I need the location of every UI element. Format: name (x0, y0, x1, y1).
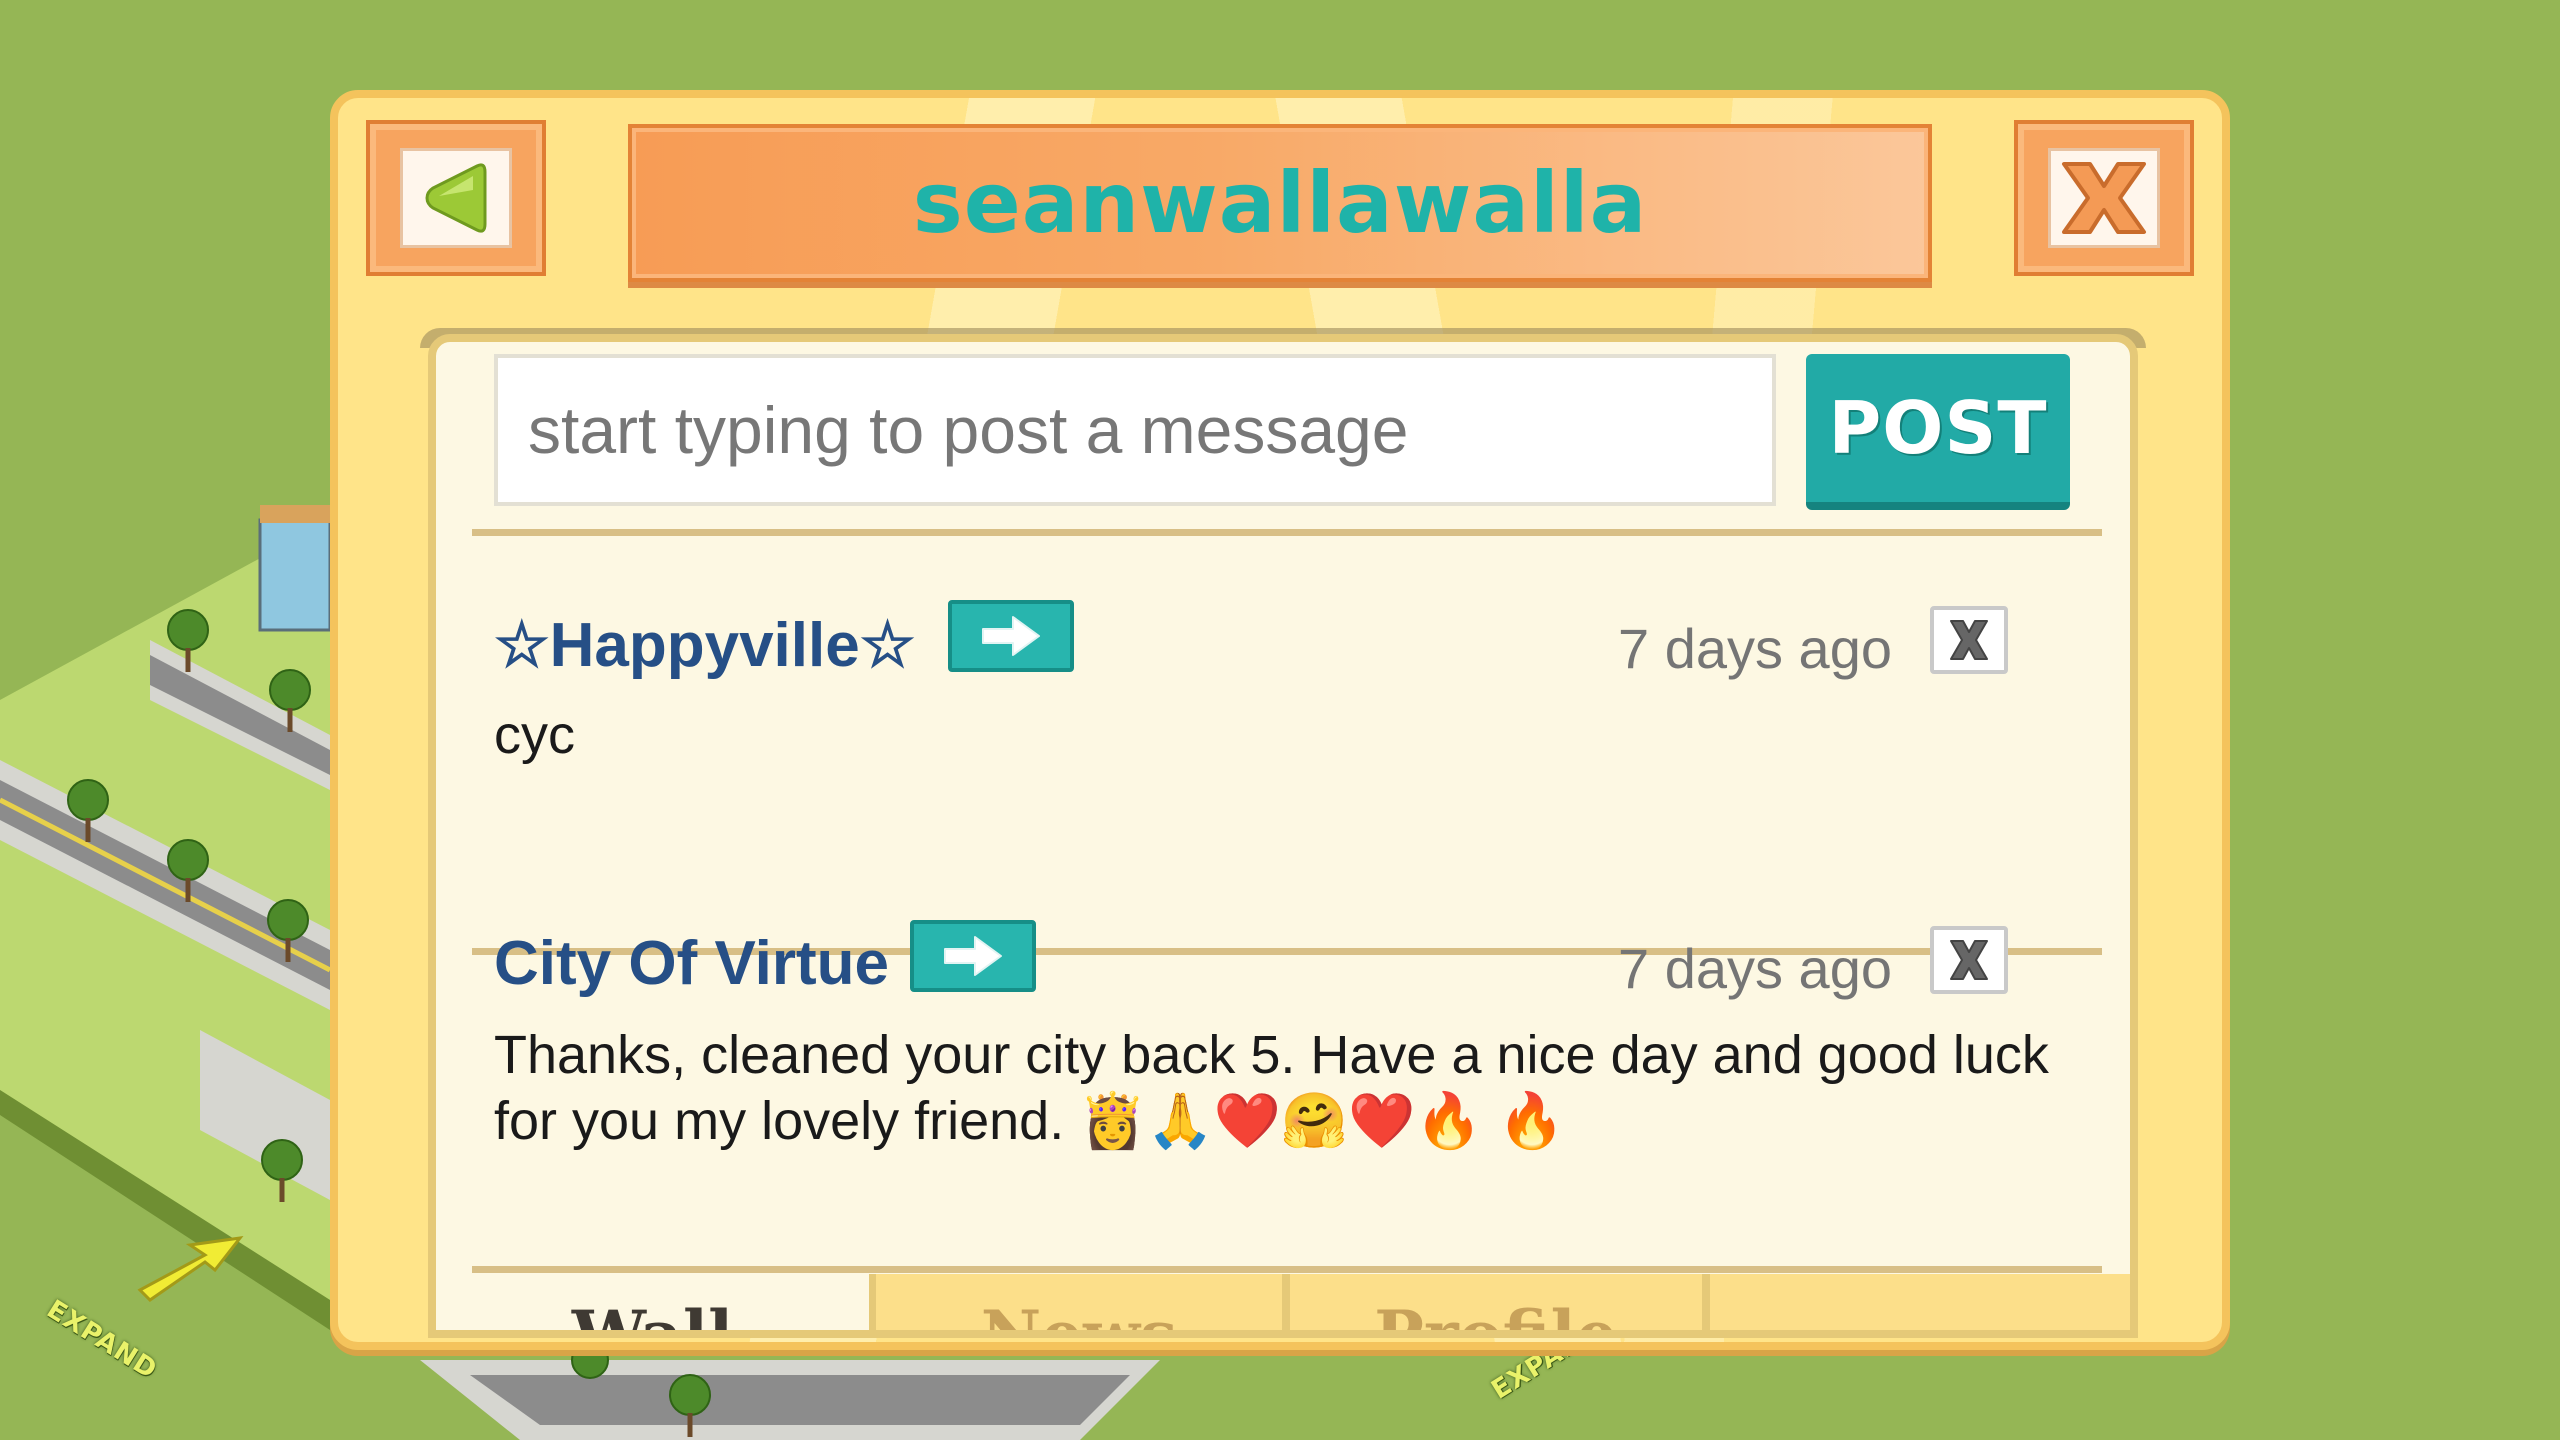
tab-empty (1710, 1274, 2130, 1330)
page-title: seanwallawalla (912, 154, 1648, 252)
delete-post-button[interactable] (1930, 926, 2008, 994)
close-button[interactable] (2014, 120, 2194, 276)
post-author[interactable]: City Of Virtue (494, 928, 889, 999)
post-author[interactable]: ☆Happyville☆ (494, 608, 915, 681)
post-composer: POST (494, 354, 2084, 524)
triangle-left-icon (425, 163, 487, 233)
x-icon (1950, 620, 1988, 660)
tab-wall[interactable]: Wall (436, 1274, 876, 1330)
delete-post-button[interactable] (1930, 606, 2008, 674)
arrow-right-icon (982, 616, 1040, 656)
x-icon (2062, 162, 2146, 234)
back-button[interactable] (366, 120, 546, 276)
visit-city-button[interactable] (948, 600, 1074, 672)
tab-news[interactable]: News (876, 1274, 1290, 1330)
post-message: Thanks, cleaned your city back 5. Have a… (494, 1025, 2049, 1151)
x-icon (1950, 940, 1988, 980)
post-message: cyc (494, 705, 575, 765)
post-timestamp: 7 days ago (1618, 937, 1892, 1000)
post-timestamp: 7 days ago (1618, 617, 1892, 680)
tab-profile[interactable]: Profile (1290, 1274, 1710, 1330)
profile-wall-dialog: seanwallawalla POST ☆Happyville☆ 7 days … (330, 90, 2230, 1350)
message-input[interactable] (494, 354, 1776, 506)
post-button[interactable]: POST (1806, 354, 2070, 510)
divider (472, 529, 2102, 536)
visit-city-button[interactable] (910, 920, 1036, 992)
tab-bar: Wall News Profile (436, 1274, 2130, 1330)
divider (472, 1266, 2102, 1273)
arrow-right-icon (944, 936, 1002, 976)
wall-panel: POST ☆Happyville☆ 7 days ago cyc City Of… (428, 334, 2138, 1338)
dialog-title-bar: seanwallawalla (628, 124, 1932, 282)
